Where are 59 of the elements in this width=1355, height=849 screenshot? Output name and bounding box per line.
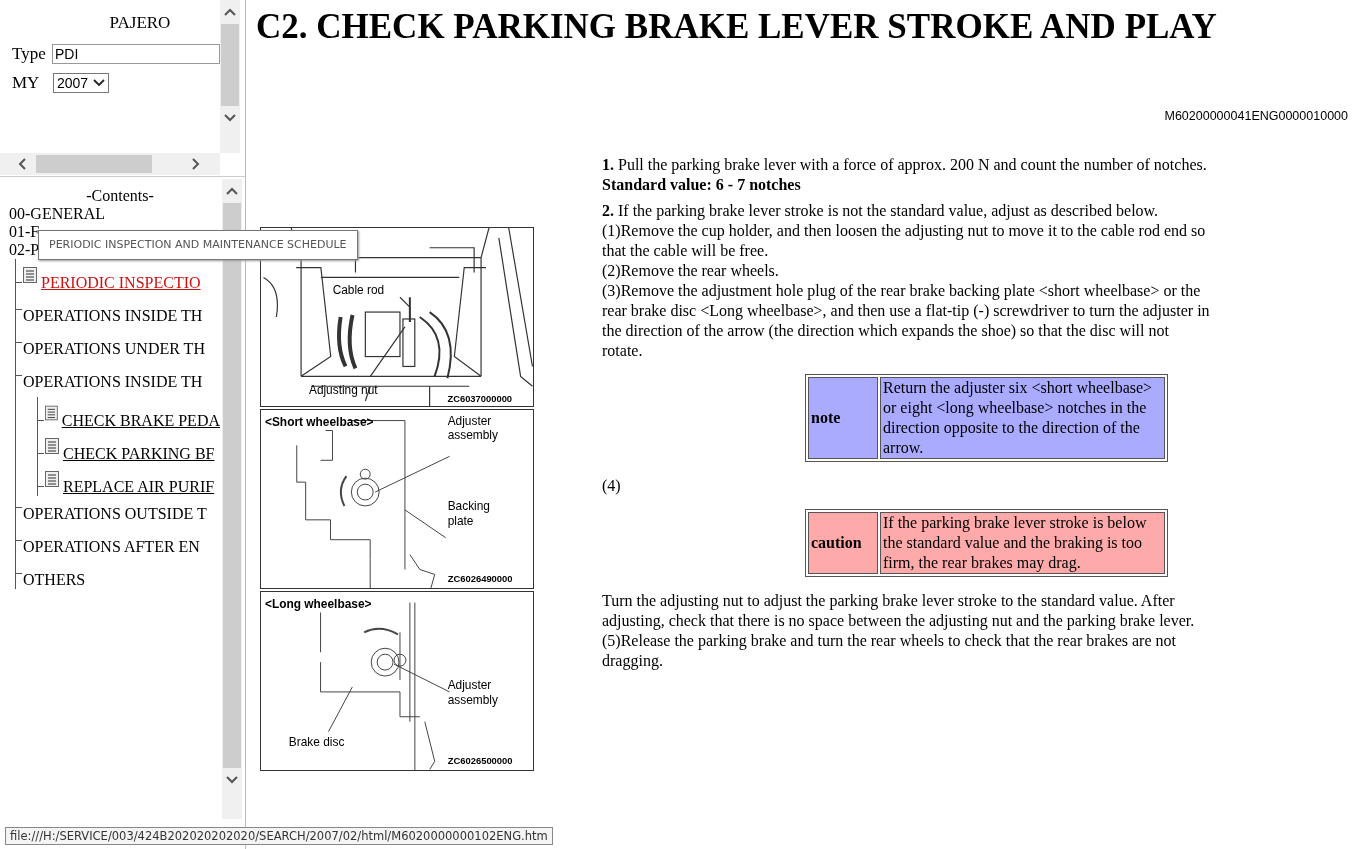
step-text: 2. If the parking brake lever stroke is not the standard value, adjust as described below. — [602, 201, 1160, 221]
document-link[interactable]: CHECK PARKING BF — [63, 445, 215, 463]
figure-heading: <Long wheelbase> — [264, 596, 372, 611]
tooltip: PERIODIC INSPECTION AND MAINTENANCE SCHEDULE — [38, 230, 358, 260]
scroll-up-icon[interactable] — [226, 187, 238, 195]
document-link[interactable]: PERIODIC INSPECTIO — [41, 274, 201, 292]
scroll-down-icon[interactable] — [226, 776, 238, 784]
scroll-right-icon[interactable] — [192, 158, 200, 170]
scroll-up-icon[interactable] — [224, 8, 236, 16]
document-link[interactable]: CHECK BRAKE PEDA — [61, 412, 220, 430]
model-year-label: MY — [12, 72, 41, 93]
section-item[interactable]: OPERATIONS OUTSIDE T — [23, 505, 207, 522]
contents-title: -Contents- — [85, 187, 155, 205]
type-field[interactable]: PDI — [52, 43, 220, 64]
chapter-item[interactable]: 00-GENERAL — [0, 205, 220, 223]
instruction-text: (2)Remove the rear wheels. — [602, 261, 780, 281]
scroll-down-icon[interactable] — [224, 114, 236, 122]
callout-label: note — [808, 377, 878, 459]
figure-heading: <Short wheelbase> — [264, 414, 374, 429]
instruction-text: Turn the adjusting nut to adjust the parking brake lever stroke to the standard value. After adjusting, check that there is no space between the adjusting nut and the parking brake lever. — [602, 591, 1196, 631]
section-item[interactable]: OPERATIONS INSIDE TH — [23, 373, 203, 390]
figure-code: ZC6037000000 — [447, 393, 513, 405]
callout-label: caution — [808, 512, 878, 574]
document-icon — [45, 438, 59, 454]
part-label: Backing plate — [447, 498, 490, 528]
horizontal-scrollbar[interactable] — [0, 153, 220, 175]
figure-code: ZC6026500000 — [447, 755, 513, 767]
page-title: C2. CHECK PARKING BRAKE LEVER STROKE AND PLAY — [256, 7, 1218, 47]
part-label: Adjuster assembly — [447, 413, 498, 443]
document-link[interactable]: REPLACE AIR PURIF — [63, 478, 215, 496]
standard-value: Standard value: 6 - 7 notches — [602, 175, 802, 195]
callout-text: If the parking brake lever stroke is below the standard value and the braking is too firm, the rear brakes may drag. — [880, 512, 1165, 574]
section-item[interactable]: OPERATIONS INSIDE TH — [23, 307, 203, 324]
model-year-dropdown[interactable]: 2007 — [53, 72, 110, 93]
scrollbar-thumb[interactable] — [36, 155, 152, 173]
instruction-text: (4) — [602, 476, 622, 496]
section-item[interactable]: OTHERS — [23, 571, 86, 588]
vertical-scrollbar[interactable] — [220, 0, 240, 153]
document-icon — [45, 471, 59, 487]
cable-rod-label: Cable rod — [332, 283, 385, 298]
caret-icon — [93, 78, 106, 87]
document-code: M60200000041ENG0000010000 — [1163, 109, 1349, 123]
instruction-text: (3)Remove the adjustment hole plug of the rear brake backing plate <short wheelbase> or the rear brake disc <Long wheelbase>, and then use a flat-tip (-) screwdriver to turn the adjuster in the direction of the arrow (the direction which expands the shoe) so that the disc will not rotate. — [602, 281, 1211, 361]
step-text: 1. Pull the parking brake lever with a force of approx. 200 N and count the number of notches. — [602, 155, 1208, 175]
part-label: Brake disc — [288, 734, 345, 749]
status-url: file:///H:/SERVICE/003/424B202020202020/SEARCH/2007/02/html/M6020000000102ENG.htm — [5, 827, 553, 845]
scrollbar-thumb[interactable] — [221, 24, 239, 106]
model-name: PAJERO — [108, 13, 172, 33]
document-icon — [23, 267, 37, 283]
callout-text: Return the adjuster six <short wheelbase> or eight <long wheelbase> notches in the direction opposite to the direction of the arrow. — [880, 377, 1165, 459]
document-icon — [45, 405, 58, 421]
instruction-text: (1)Remove the cup holder, and then loosen the adjusting nut to move it to the cable rod end so that the cable will be free. — [602, 221, 1207, 261]
scroll-left-icon[interactable] — [18, 158, 26, 170]
figure-code: ZC6026490000 — [447, 573, 513, 585]
section-item[interactable]: OPERATIONS AFTER EN — [23, 538, 200, 555]
section-item[interactable]: OPERATIONS UNDER TH — [23, 340, 205, 357]
type-label: Type — [12, 43, 47, 64]
instruction-text: (5)Release the parking brake and turn the rear wheels to check that the rear brakes are not dragging. — [602, 631, 1177, 671]
part-label: Adjuster assembly — [447, 677, 498, 707]
